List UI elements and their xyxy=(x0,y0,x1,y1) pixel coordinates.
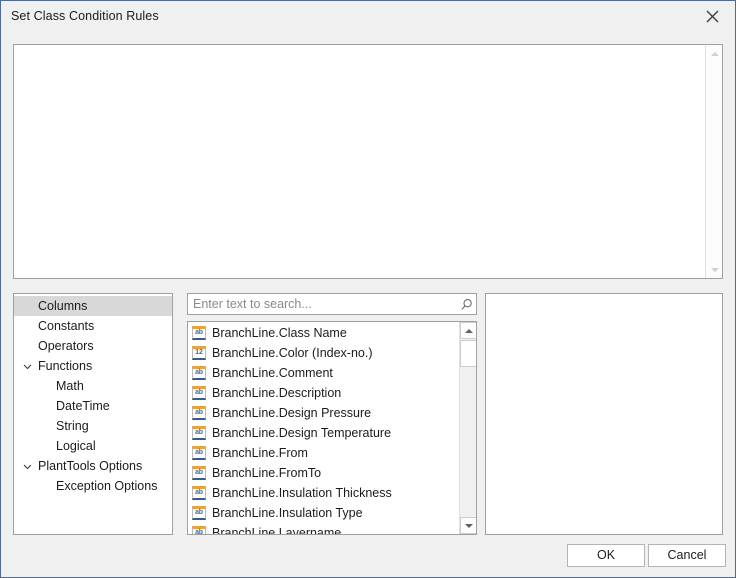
tree-item-label: Operators xyxy=(38,339,94,353)
text-type-icon: ab xyxy=(192,506,206,520)
list-item-label: BranchLine.Description xyxy=(212,386,342,400)
list-item[interactable]: ab BranchLine.Design Temperature xyxy=(188,423,459,443)
field-list-scrollbar[interactable] xyxy=(459,322,476,534)
type-icon-label: ab xyxy=(195,329,203,336)
search-box[interactable] xyxy=(187,293,477,315)
chevron-down-icon[interactable] xyxy=(20,356,34,376)
chevron-down-icon[interactable] xyxy=(20,456,34,476)
field-browser: ab BranchLine.Class Name 12 BranchLine.C… xyxy=(187,293,477,535)
type-icon-label: ab xyxy=(195,489,203,496)
list-item[interactable]: ab BranchLine.Design Pressure xyxy=(188,403,459,423)
type-icon-label: ab xyxy=(195,429,203,436)
list-item[interactable]: 12 BranchLine.Color (Index-no.) xyxy=(188,343,459,363)
type-icon-label: ab xyxy=(195,389,203,396)
text-type-icon: ab xyxy=(192,426,206,440)
tree-item-exception-options[interactable]: Exception Options xyxy=(14,476,172,496)
list-item-label: BranchLine.Design Temperature xyxy=(212,426,392,440)
list-item-label: BranchLine.From xyxy=(212,446,308,460)
description-panel xyxy=(485,293,723,535)
type-icon-label: ab xyxy=(195,469,203,476)
category-tree[interactable]: Columns Constants Operators Functions Ma… xyxy=(13,293,173,535)
text-type-icon: ab xyxy=(192,406,206,420)
list-item[interactable]: ab BranchLine.Insulation Type xyxy=(188,503,459,523)
type-icon-label: ab xyxy=(195,509,203,516)
tree-item-label: Logical xyxy=(56,439,96,453)
expression-editor[interactable] xyxy=(13,44,723,279)
scroll-up-arrow-icon[interactable] xyxy=(460,322,476,339)
dialog-window: Set Class Condition Rules Columns Consta… xyxy=(0,0,736,578)
list-item-label: BranchLine.Insulation Type xyxy=(212,506,363,520)
page-title: Set Class Condition Rules xyxy=(11,9,159,23)
text-type-icon: ab xyxy=(192,486,206,500)
list-item[interactable]: ab BranchLine.Comment xyxy=(188,363,459,383)
list-item-label: BranchLine.Insulation Thickness xyxy=(212,486,392,500)
tree-item-label: Exception Options xyxy=(56,479,158,493)
text-type-icon: ab xyxy=(192,386,206,400)
list-item-label: BranchLine.Design Pressure xyxy=(212,406,372,420)
tree-item-constants[interactable]: Constants xyxy=(14,316,172,336)
tree-item-label: DateTime xyxy=(56,399,110,413)
tree-item-logical[interactable]: Logical xyxy=(14,436,172,456)
list-item[interactable]: ab BranchLine.Layername xyxy=(188,523,459,534)
list-item-label: BranchLine.Class Name xyxy=(212,326,347,340)
list-item-label: BranchLine.Color (Index-no.) xyxy=(212,346,373,360)
list-item-label: BranchLine.Layername xyxy=(212,526,342,534)
list-item[interactable]: ab BranchLine.Insulation Thickness xyxy=(188,483,459,503)
number-type-icon: 12 xyxy=(192,346,206,360)
text-type-icon: ab xyxy=(192,446,206,460)
tree-item-label: Constants xyxy=(38,319,95,333)
type-icon-label: ab xyxy=(195,529,203,534)
text-type-icon: ab xyxy=(192,326,206,340)
tree-item-string[interactable]: String xyxy=(14,416,172,436)
title-bar: Set Class Condition Rules xyxy=(1,1,735,33)
list-item-label: BranchLine.FromTo xyxy=(212,466,322,480)
scroll-down-arrow-icon[interactable] xyxy=(706,261,723,278)
tree-item-label: PlantTools Options xyxy=(38,459,143,473)
list-item[interactable]: ab BranchLine.FromTo xyxy=(188,463,459,483)
tree-item-functions[interactable]: Functions xyxy=(14,356,172,376)
tree-item-columns[interactable]: Columns xyxy=(14,296,172,316)
list-item[interactable]: ab BranchLine.From xyxy=(188,443,459,463)
scrollbar-thumb[interactable] xyxy=(460,340,476,367)
text-type-icon: ab xyxy=(192,526,206,534)
tree-item-label: Columns xyxy=(38,299,88,313)
list-item-label: BranchLine.Comment xyxy=(212,366,333,380)
expression-editor-scrollbar[interactable] xyxy=(705,45,722,278)
cancel-button[interactable]: Cancel xyxy=(648,544,726,567)
type-icon-label: ab xyxy=(195,449,203,456)
field-list[interactable]: ab BranchLine.Class Name 12 BranchLine.C… xyxy=(187,321,477,535)
scroll-down-arrow-icon[interactable] xyxy=(460,517,476,534)
search-icon[interactable] xyxy=(456,294,476,314)
type-icon-label: 12 xyxy=(195,349,203,356)
description-text xyxy=(486,294,722,302)
type-icon-label: ab xyxy=(195,409,203,416)
search-input[interactable] xyxy=(188,295,456,313)
field-list-items: ab BranchLine.Class Name 12 BranchLine.C… xyxy=(188,322,459,534)
text-type-icon: ab xyxy=(192,466,206,480)
tree-item-operators[interactable]: Operators xyxy=(14,336,172,356)
tree-item-label: Math xyxy=(56,379,84,393)
list-item[interactable]: ab BranchLine.Class Name xyxy=(188,323,459,343)
tree-item-datetime[interactable]: DateTime xyxy=(14,396,172,416)
close-icon[interactable] xyxy=(689,1,735,32)
tree-item-planttools-options[interactable]: PlantTools Options xyxy=(14,456,172,476)
ok-button[interactable]: OK xyxy=(567,544,645,567)
text-type-icon: ab xyxy=(192,366,206,380)
tree-item-label: Functions xyxy=(38,359,93,373)
scroll-up-arrow-icon[interactable] xyxy=(706,45,723,62)
type-icon-label: ab xyxy=(195,369,203,376)
tree-item-math[interactable]: Math xyxy=(14,376,172,396)
expression-editor-text[interactable] xyxy=(14,45,705,278)
list-item[interactable]: ab BranchLine.Description xyxy=(188,383,459,403)
tree-item-label: String xyxy=(56,419,89,433)
